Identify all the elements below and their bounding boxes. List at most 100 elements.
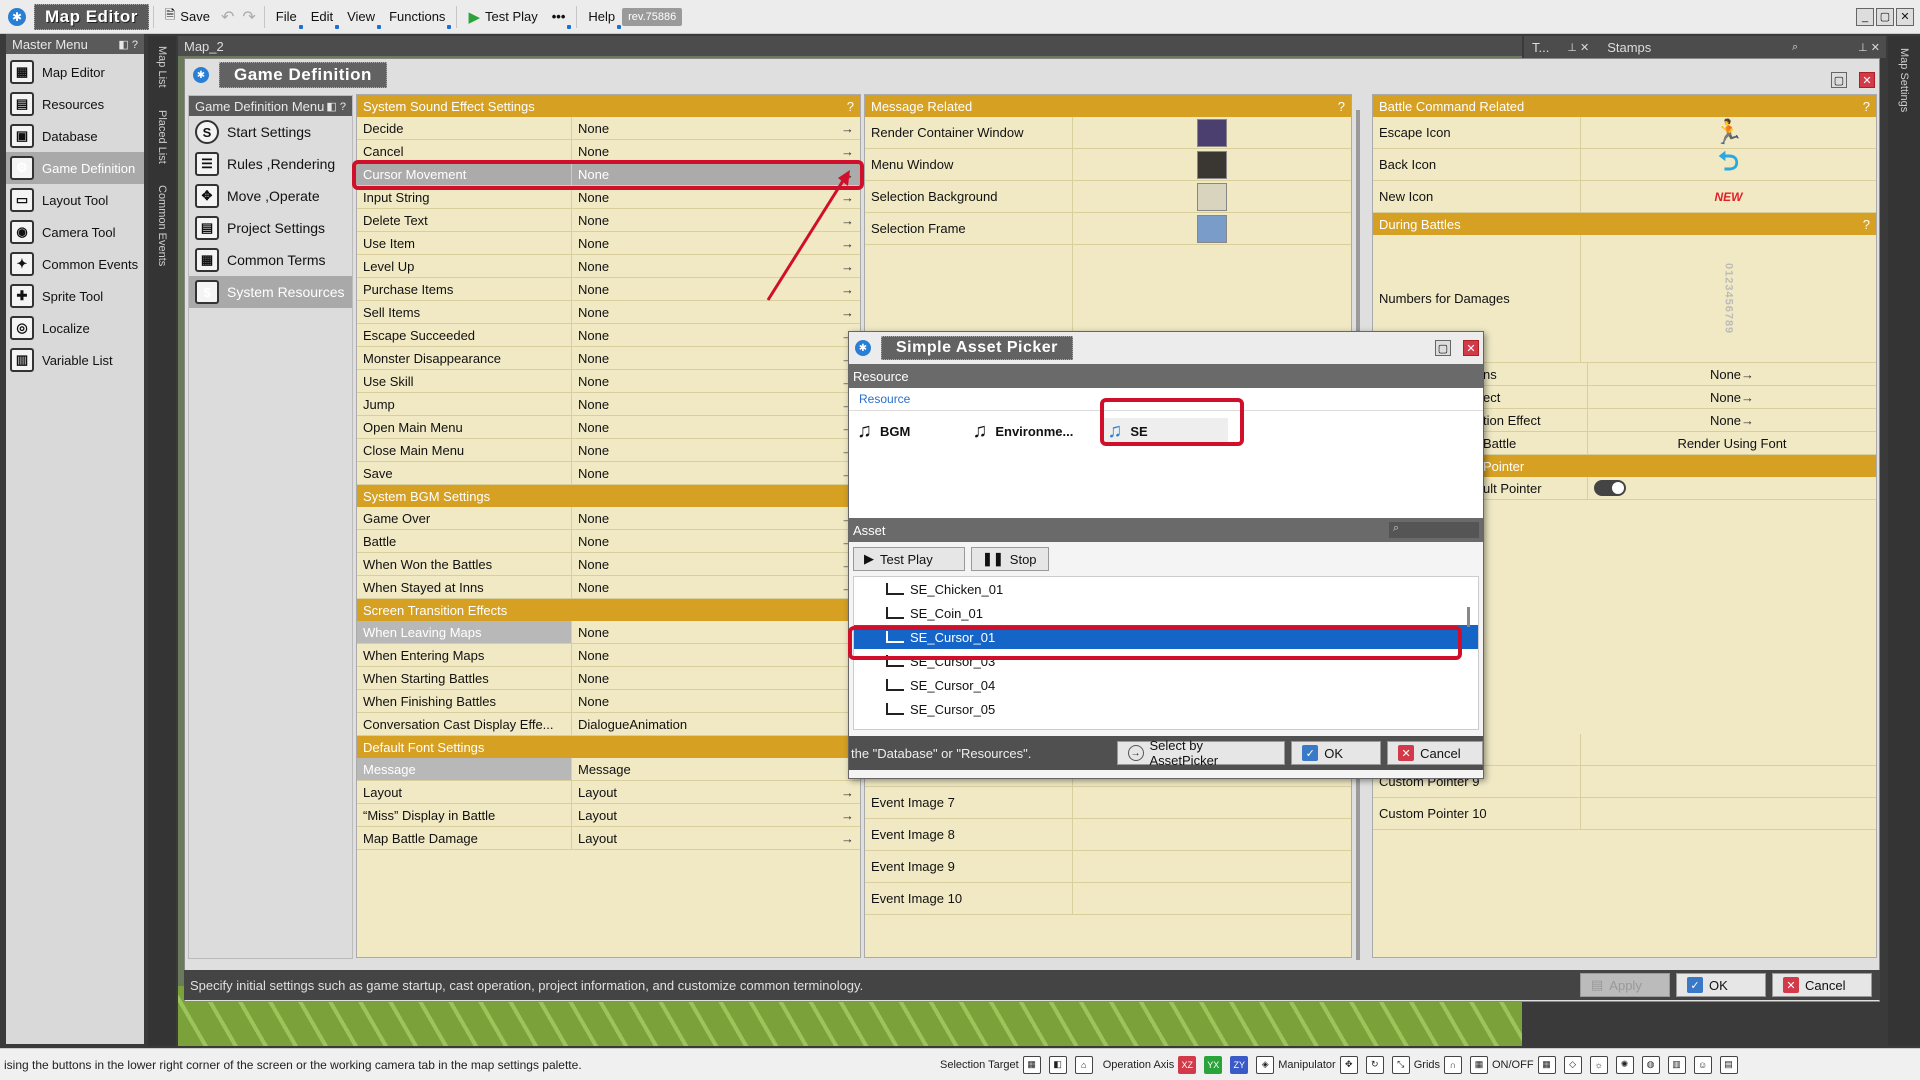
master-item-camera-tool[interactable]: ◉ Camera Tool bbox=[6, 216, 144, 248]
picker-maximize-icon[interactable]: ▢ bbox=[1435, 340, 1451, 356]
undo-icon[interactable]: ↶ bbox=[221, 7, 234, 27]
asset-list-item[interactable]: SE_Cursor_05 bbox=[854, 697, 1478, 721]
back-icon-row[interactable]: Back Icon ⮌ bbox=[1373, 146, 1876, 181]
toggle-switch[interactable] bbox=[1594, 480, 1626, 496]
pane-stamps-tab[interactable]: Stamps bbox=[1599, 40, 1659, 55]
bgm-row[interactable]: When Won the BattlesNone→ bbox=[357, 553, 860, 576]
font-row[interactable]: “Miss” Display in Battle Layout → bbox=[357, 804, 860, 827]
escape-icon-row[interactable]: Escape Icon 🏃 bbox=[1373, 117, 1876, 149]
maximize-icon[interactable]: ▢ bbox=[1876, 7, 1894, 26]
sound-effect-row[interactable]: SaveNone→ bbox=[357, 462, 860, 485]
tab-map-settings[interactable]: Map Settings bbox=[1898, 42, 1910, 118]
message-color-row[interactable]: Selection Frame bbox=[865, 213, 1351, 245]
menu-view[interactable]: View bbox=[340, 4, 382, 30]
transition-row[interactable]: Conversation Cast Display Effe... Dialogu… bbox=[357, 713, 860, 736]
asset-stop-button[interactable]: ❚❚ Stop bbox=[971, 547, 1049, 571]
sound-effect-row[interactable]: Monster DisappearanceNone→ bbox=[357, 347, 860, 370]
move-gizmo-icon[interactable]: ✥ bbox=[1339, 1055, 1358, 1074]
message-color-row[interactable]: Selection Background bbox=[865, 181, 1351, 213]
menu-file[interactable]: File bbox=[269, 4, 304, 30]
picker-ok-button[interactable]: ✓ OK bbox=[1291, 741, 1382, 765]
gd-menu-project-settings[interactable]: ▤ Project Settings bbox=[189, 212, 352, 244]
sound-effect-row[interactable]: JumpNone→ bbox=[357, 393, 860, 416]
transition-row[interactable]: When Entering Maps None bbox=[357, 644, 860, 667]
sound-effect-row[interactable]: Use SkillNone→ bbox=[357, 370, 860, 393]
object-select-icon[interactable]: ◧ bbox=[1048, 1055, 1067, 1074]
asset-list-item[interactable]: SE_Cursor_04 bbox=[854, 673, 1478, 697]
asset-search-input[interactable]: ⌕ bbox=[1389, 522, 1479, 538]
layers-icon[interactable]: ▤ bbox=[1719, 1055, 1738, 1074]
help-icon[interactable]: ? bbox=[1338, 99, 1345, 114]
tab-map-list[interactable]: Map List bbox=[156, 40, 168, 94]
redo-icon[interactable]: ↷ bbox=[242, 7, 255, 27]
apply-button[interactable]: ▤ Apply bbox=[1580, 973, 1670, 997]
color-swatch[interactable] bbox=[1197, 214, 1227, 243]
master-item-game-definition[interactable]: ⚙ Game Definition bbox=[6, 152, 144, 184]
asset-list-item[interactable]: SE_Coin_01 bbox=[854, 601, 1478, 625]
transition-row[interactable]: When Leaving Maps None bbox=[357, 621, 860, 644]
building-icon[interactable]: ▥ bbox=[1667, 1055, 1686, 1074]
menu-help[interactable]: Help bbox=[581, 4, 622, 30]
master-item-localize[interactable]: ◎ Localize bbox=[6, 312, 144, 344]
gd-menu-rules-rendering[interactable]: ☰ Rules ,Rendering bbox=[189, 148, 352, 180]
asset-list-item[interactable]: SE_Chicken_01 bbox=[854, 577, 1478, 601]
minimize-icon[interactable]: _ bbox=[1856, 7, 1874, 26]
tab-placed-list[interactable]: Placed List bbox=[156, 104, 168, 170]
rotate-gizmo-icon[interactable]: ↻ bbox=[1365, 1055, 1384, 1074]
transition-row[interactable]: When Finishing Battles None bbox=[357, 690, 860, 713]
asset-test-play-button[interactable]: ▶ Test Play bbox=[853, 547, 965, 571]
color-swatch[interactable] bbox=[1197, 118, 1227, 147]
resource-tab-bgm[interactable]: ♫ BGM bbox=[857, 420, 910, 443]
gd-menu-start-settings[interactable]: S Start Settings bbox=[189, 116, 352, 148]
bgm-row[interactable]: Game OverNone→ bbox=[357, 507, 860, 530]
select-by-assetpicker-button[interactable]: → Select by AssetPicker bbox=[1116, 738, 1286, 768]
sound-effect-row[interactable]: Decide None → bbox=[357, 117, 860, 140]
xz-axis-button[interactable]: XZ bbox=[1178, 1055, 1197, 1074]
more-button[interactable]: ••• bbox=[545, 4, 573, 30]
bgm-row[interactable]: When Stayed at InnsNone→ bbox=[357, 576, 860, 599]
cube-icon[interactable]: ◇ bbox=[1563, 1055, 1582, 1074]
yx-axis-button[interactable]: YX bbox=[1204, 1055, 1223, 1074]
gd-menu-system-resources[interactable]: $ System Resources bbox=[189, 276, 352, 308]
master-item-layout-tool[interactable]: ▭ Layout Tool bbox=[6, 184, 144, 216]
pane-t-tab[interactable]: T... bbox=[1524, 40, 1557, 55]
picker-close-icon[interactable]: ✕ bbox=[1463, 340, 1479, 356]
map-tab[interactable]: Map_2 bbox=[178, 36, 1522, 56]
transition-row[interactable]: When Starting Battles None bbox=[357, 667, 860, 690]
font-row[interactable]: Map Battle Damage Layout → bbox=[357, 827, 860, 850]
master-item-resources[interactable]: ▤ Resources bbox=[6, 88, 144, 120]
help-icon[interactable]: ? bbox=[847, 99, 854, 114]
resource-tab-environment[interactable]: ♫ Environme... bbox=[972, 420, 1073, 443]
gd-menu-pin-icon[interactable]: ◧ ? bbox=[326, 100, 346, 113]
master-item-common-events[interactable]: ✦ Common Events bbox=[6, 248, 144, 280]
gd-maximize-icon[interactable]: ▢ bbox=[1831, 72, 1847, 88]
pane-stamps-pin-icon[interactable]: ⊥ ✕ bbox=[1858, 41, 1880, 54]
color-swatch[interactable] bbox=[1197, 150, 1227, 179]
bgm-row[interactable]: BattleNone→ bbox=[357, 530, 860, 553]
custom-pointer-row[interactable]: Custom Pointer 10 bbox=[1373, 798, 1876, 830]
grid-select-icon[interactable]: ▦ bbox=[1022, 1055, 1041, 1074]
master-item-database[interactable]: ▣ Database bbox=[6, 120, 144, 152]
gd-close-icon[interactable]: ✕ bbox=[1859, 72, 1875, 88]
menu-functions[interactable]: Functions bbox=[382, 4, 452, 30]
tab-common-events[interactable]: Common Events bbox=[156, 179, 168, 272]
house-select-icon[interactable]: ⌂ bbox=[1074, 1055, 1093, 1074]
master-item-sprite-tool[interactable]: ✚ Sprite Tool bbox=[6, 280, 144, 312]
pin-icon[interactable]: ◧ ? bbox=[118, 38, 138, 51]
stamps-search-icon[interactable]: ⌕ bbox=[1792, 41, 1798, 54]
test-play-button[interactable]: ▶ Test Play bbox=[461, 4, 544, 30]
event-image-row[interactable]: Event Image 9 bbox=[865, 851, 1351, 883]
people-icon[interactable]: ☺ bbox=[1693, 1055, 1712, 1074]
message-color-row[interactable]: Render Container Window bbox=[865, 117, 1351, 149]
save-button[interactable]: 🗎 Save bbox=[158, 4, 217, 30]
event-image-row[interactable]: Event Image 10 bbox=[865, 883, 1351, 915]
gd-menu-move-operate[interactable]: ✥ Move ,Operate bbox=[189, 180, 352, 212]
sun-icon[interactable]: ✺ bbox=[1615, 1055, 1634, 1074]
close-icon[interactable]: ✕ bbox=[1896, 7, 1914, 26]
sound-effect-row[interactable]: Escape SucceededNone→ bbox=[357, 324, 860, 347]
cancel-button[interactable]: ✕ Cancel bbox=[1772, 973, 1872, 997]
scale-gizmo-icon[interactable]: ⤡ bbox=[1391, 1055, 1410, 1074]
menu-edit[interactable]: Edit bbox=[304, 4, 340, 30]
font-row[interactable]: Layout Layout → bbox=[357, 781, 860, 804]
sound-effect-row[interactable]: Open Main MenuNone→ bbox=[357, 416, 860, 439]
